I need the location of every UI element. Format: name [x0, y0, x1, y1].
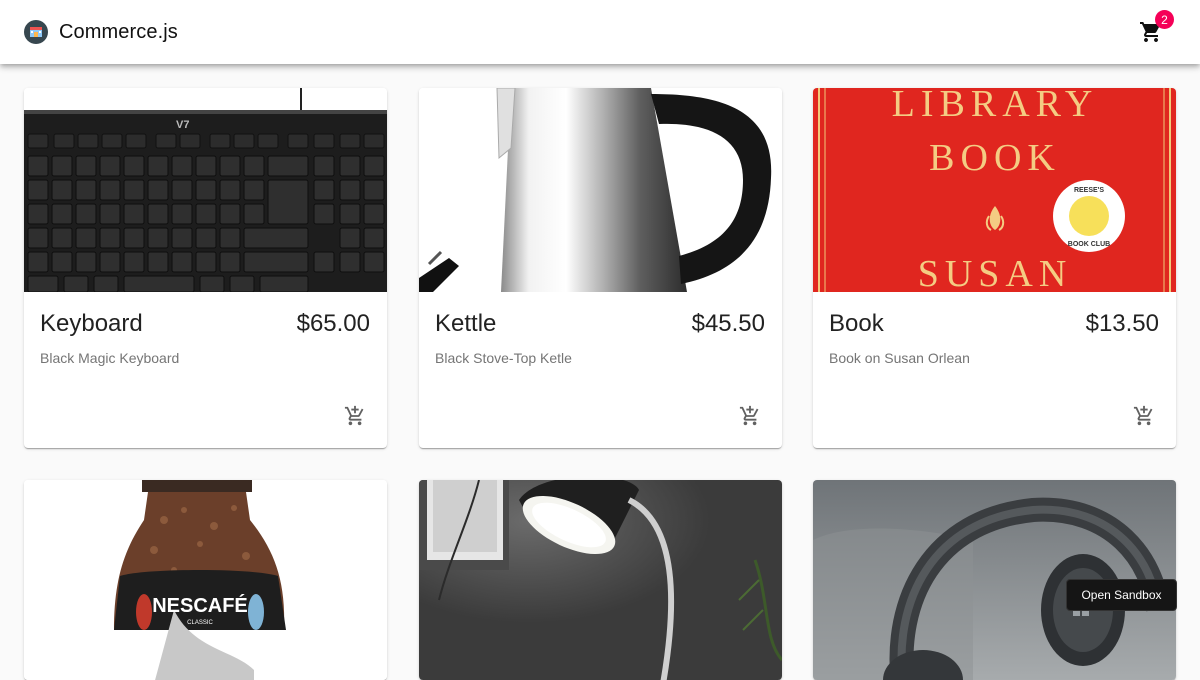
product-card-book: LIBRARY BOOK SUSAN REESE'S BOOK CLUB Boo…	[813, 88, 1176, 448]
product-price: $65.00	[296, 310, 370, 337]
book-cover-line1: LIBRARY	[892, 88, 1099, 125]
product-image-lamp	[419, 480, 782, 680]
product-card-kettle: Kettle $45.50 Black Stove-Top Ketle	[419, 88, 782, 448]
coffee-brand-text: NESCAFÉ	[152, 594, 248, 617]
add-shopping-cart-icon	[1133, 405, 1153, 426]
add-shopping-cart-icon	[344, 405, 364, 426]
product-image-coffee: NESCAFÉ CLASSIC	[24, 480, 387, 680]
app-bar: Commerce.js 2	[0, 0, 1200, 64]
brand[interactable]: Commerce.js	[24, 20, 178, 44]
product-name: Kettle	[435, 310, 497, 337]
book-cover-line3: SUSAN	[918, 253, 1073, 292]
product-image-kettle	[419, 88, 782, 292]
product-name: Keyboard	[40, 310, 143, 337]
svg-text:V7: V7	[176, 119, 189, 131]
product-description: Book on Susan Orlean	[829, 350, 970, 366]
product-description: Black Magic Keyboard	[40, 350, 180, 366]
add-to-cart-button[interactable]	[733, 399, 767, 433]
product-price: $45.50	[691, 310, 765, 337]
product-card-lamp	[419, 480, 782, 680]
add-to-cart-button[interactable]	[1127, 399, 1161, 433]
cart-count-badge: 2	[1155, 10, 1174, 29]
coffee-variant-text: CLASSIC	[187, 620, 213, 626]
product-card-keyboard: V7 Keyboard $65.00 Black Magic Keyboard	[24, 88, 387, 448]
store-icon	[24, 20, 48, 44]
product-card-coffee: NESCAFÉ CLASSIC	[24, 480, 387, 680]
product-description: Black Stove-Top Ketle	[435, 350, 572, 366]
book-cover-line2: BOOK	[929, 137, 1061, 179]
product-image-book: LIBRARY BOOK SUSAN REESE'S BOOK CLUB	[813, 88, 1176, 292]
sticker-bottom-text: BOOK CLUB	[1068, 241, 1110, 248]
app-title: Commerce.js	[59, 20, 178, 43]
product-image-keyboard: V7	[24, 88, 387, 292]
sticker-top-text: REESE'S	[1074, 187, 1104, 194]
open-sandbox-button[interactable]: Open Sandbox	[1066, 579, 1177, 611]
add-to-cart-button[interactable]	[338, 399, 372, 433]
product-price: $13.50	[1085, 310, 1159, 337]
add-shopping-cart-icon	[739, 405, 759, 426]
product-name: Book	[829, 310, 884, 337]
